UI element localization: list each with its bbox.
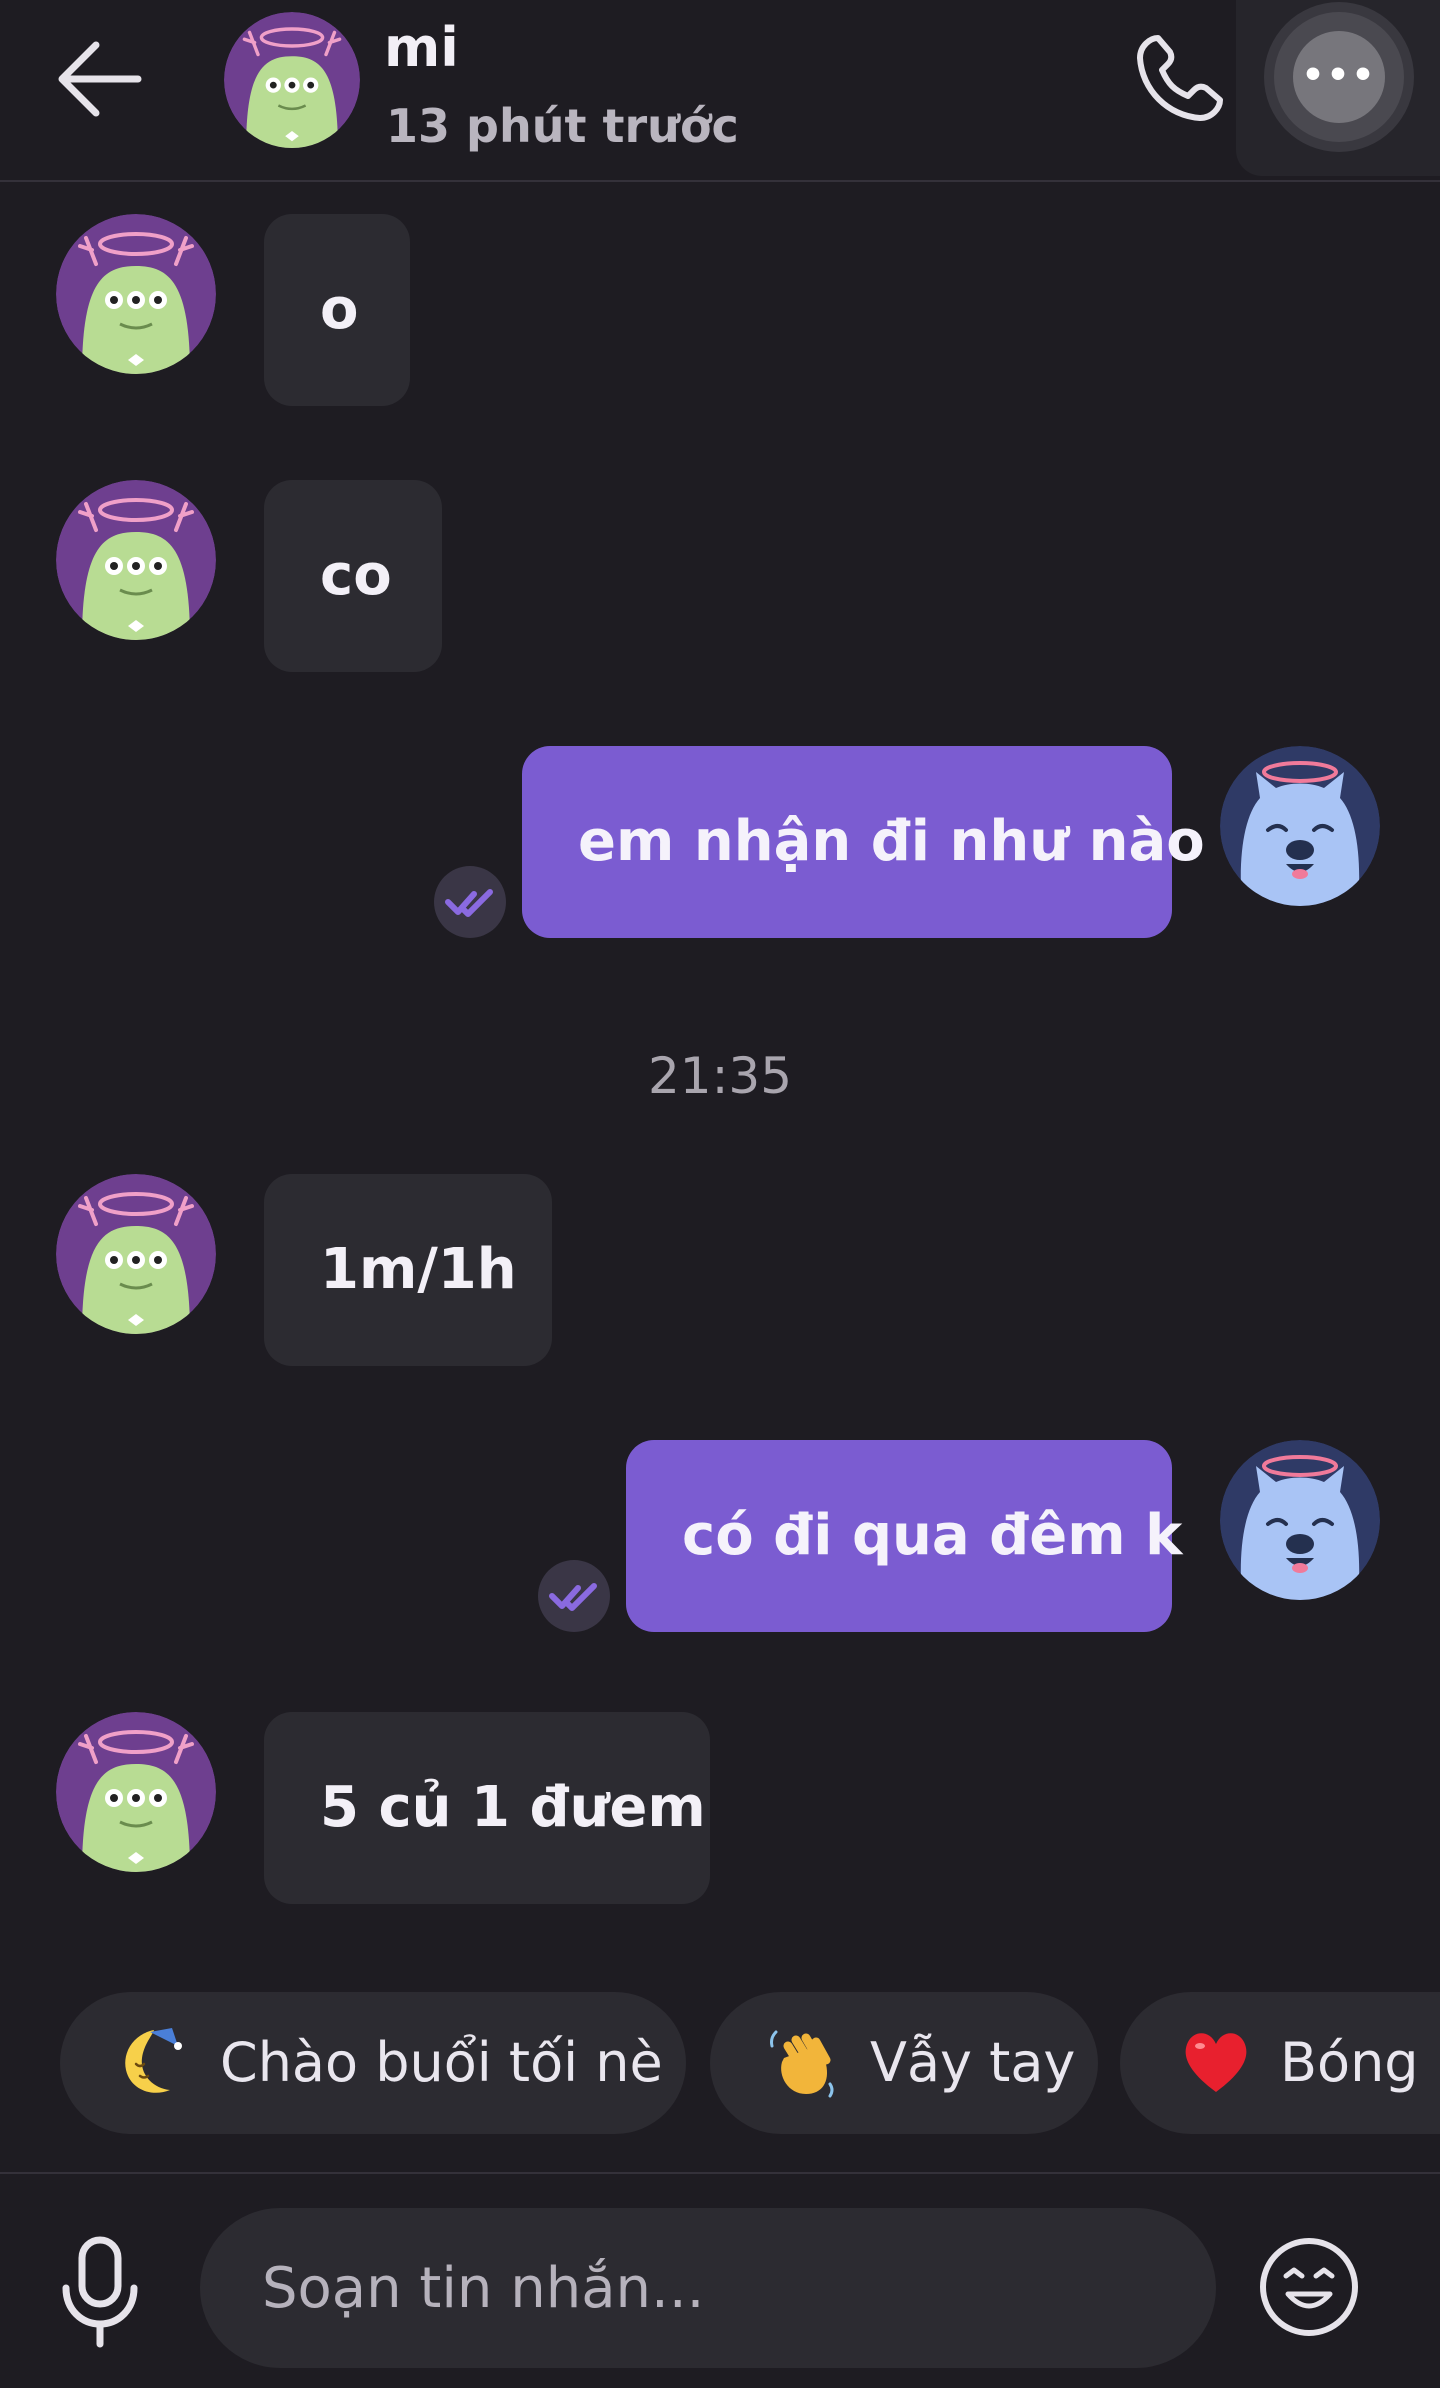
message-composer [0, 2172, 1440, 2388]
incoming-message-bubble[interactable]: 1m/1h [264, 1174, 552, 1366]
quick-reply-label: Bóng b [1280, 2031, 1440, 2094]
sender-avatar[interactable] [56, 1174, 216, 1334]
incoming-message-bubble[interactable]: co [264, 480, 442, 672]
waving-hand-icon [770, 2030, 834, 2098]
sleepy-moon-icon [125, 2028, 182, 2093]
message-input[interactable] [200, 2208, 1216, 2368]
contact-avatar[interactable] [224, 12, 360, 148]
quick-reply-chip[interactable]: Chào buổi tối nè [60, 1992, 686, 2134]
arrow-left-icon [58, 41, 142, 117]
more-dots-icon: ••• [1293, 31, 1385, 123]
my-avatar[interactable] [1220, 746, 1380, 906]
back-button[interactable] [52, 36, 148, 122]
smiley-icon [1260, 2238, 1358, 2336]
incoming-message-bubble[interactable]: 5 củ 1 đưem [264, 1712, 710, 1904]
my-avatar[interactable] [1220, 1440, 1380, 1600]
quick-reply-label: Chào buổi tối nè [220, 2031, 663, 2094]
last-seen-status: 13 phút trước [386, 99, 739, 153]
sender-avatar[interactable] [56, 214, 216, 374]
microphone-icon [62, 2236, 138, 2348]
read-receipt-icon [434, 866, 506, 938]
chat-header: mi 13 phút trước ••• [0, 0, 1440, 182]
phone-icon [1137, 35, 1223, 121]
quick-reply-bar: Chào buổi tối nè Vẫy tay Bóng b [0, 1992, 1440, 2134]
emoji-picker-button[interactable] [1258, 2236, 1360, 2338]
outgoing-message-bubble[interactable]: có đi qua đêm k [626, 1440, 1182, 1632]
heart-icon [1185, 2033, 1247, 2092]
voice-call-button[interactable] [1128, 30, 1228, 130]
outgoing-message-bubble[interactable]: em nhận đi như nào [522, 746, 1205, 938]
time-divider: 21:35 [647, 1047, 793, 1105]
sender-avatar[interactable] [56, 480, 216, 640]
incoming-message-bubble[interactable]: o [264, 214, 410, 406]
voice-message-button[interactable] [56, 2236, 144, 2348]
more-options-area: ••• [1236, 0, 1440, 176]
contact-name[interactable]: mi [384, 14, 459, 82]
sender-avatar[interactable] [56, 1712, 216, 1872]
read-receipt-icon [538, 1560, 610, 1632]
quick-reply-chip[interactable]: Vẫy tay [710, 1992, 1098, 2134]
quick-reply-label: Vẫy tay [870, 2031, 1076, 2094]
quick-reply-chip[interactable]: Bóng b [1120, 1992, 1440, 2134]
more-options-button[interactable]: ••• [1274, 12, 1404, 142]
